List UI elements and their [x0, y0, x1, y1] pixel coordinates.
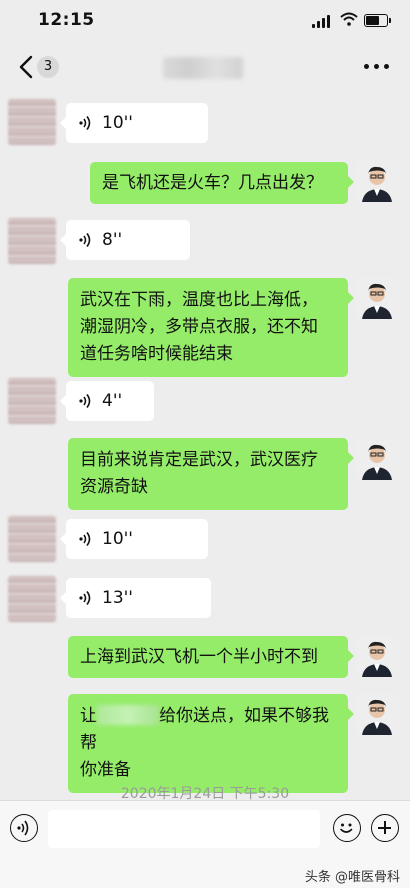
message-line: 道任务啥时候能结束: [80, 344, 233, 364]
voice-message[interactable]: 13'': [60, 578, 211, 618]
user-avatar-icon: [356, 160, 398, 202]
chat-title-redacted: [163, 57, 243, 79]
message-text-prefix: 让: [80, 706, 97, 726]
text-message[interactable]: 是飞机还是火车？几点出发？: [90, 162, 354, 204]
message-input[interactable]: [48, 810, 320, 848]
contact-avatar[interactable]: [8, 576, 56, 622]
input-bar: [0, 800, 410, 857]
message-text: 是飞机还是火车？几点出发？: [102, 173, 323, 193]
voice-input-button[interactable]: [10, 814, 38, 842]
my-avatar[interactable]: [356, 277, 398, 319]
my-avatar[interactable]: [356, 693, 398, 735]
back-button[interactable]: [16, 54, 38, 80]
user-avatar-icon: [356, 277, 398, 319]
status-time: 12:15: [38, 10, 95, 30]
voice-icon: [17, 820, 29, 836]
text-message[interactable]: 武汉在下雨，温度也比上海低， 潮湿阴冷，多带点衣服，还不知 道任务啥时候能结束: [68, 278, 354, 377]
voice-message[interactable]: 10'': [60, 519, 208, 559]
contact-avatar[interactable]: [8, 99, 56, 145]
unread-count-badge: 3: [37, 56, 59, 78]
voice-duration: 8'': [102, 230, 123, 250]
contact-avatar[interactable]: [8, 378, 56, 424]
emoji-icon: [340, 823, 353, 833]
chevron-left-icon: [19, 55, 33, 79]
message-text: 上海到武汉飞机一个半小时不到: [80, 647, 318, 667]
battery-icon: [364, 14, 391, 27]
chat-header: 3: [0, 44, 410, 90]
watermark: 头条 @唯医骨科: [304, 870, 400, 885]
text-message[interactable]: 目前来说肯定是武汉，武汉医疗 资源奇缺: [68, 438, 354, 510]
message-line: 目前来说肯定是武汉，武汉医疗: [80, 450, 318, 470]
user-avatar-icon: [356, 693, 398, 735]
user-avatar-icon: [356, 438, 398, 480]
text-message[interactable]: 上海到武汉飞机一个半小时不到: [68, 636, 354, 678]
my-avatar[interactable]: [356, 635, 398, 677]
user-avatar-icon: [356, 635, 398, 677]
emoji-button[interactable]: [333, 814, 361, 842]
voice-message[interactable]: 4'': [60, 381, 154, 421]
voice-duration: 13'': [102, 588, 133, 608]
contact-avatar[interactable]: [8, 516, 56, 562]
more-actions-plus-icon[interactable]: [371, 814, 399, 842]
wifi-icon: [340, 12, 358, 26]
voice-message[interactable]: 8'': [60, 220, 190, 260]
more-options-button[interactable]: [364, 64, 390, 70]
contact-avatar[interactable]: [8, 218, 56, 264]
voice-message[interactable]: 10'': [60, 103, 208, 143]
message-line: 潮湿阴冷，多带点衣服，还不知: [80, 317, 318, 337]
text-message[interactable]: 让给你送点，如果不够我帮 你准备: [68, 694, 354, 793]
message-line: 武汉在下雨，温度也比上海低，: [80, 290, 318, 310]
voice-wave-icon: [79, 532, 91, 546]
voice-wave-icon: [79, 394, 91, 408]
voice-wave-icon: [79, 116, 91, 130]
my-avatar[interactable]: [356, 160, 398, 202]
message-line: 你准备: [80, 760, 131, 780]
message-line: 让给你送点，如果不够我帮: [80, 703, 336, 757]
voice-duration: 10'': [102, 113, 133, 133]
voice-duration: 4'': [102, 391, 123, 411]
message-line: 资源奇缺: [80, 477, 148, 497]
voice-wave-icon: [79, 233, 91, 247]
cellular-signal-icon: [312, 14, 334, 28]
voice-wave-icon: [79, 591, 91, 605]
my-avatar[interactable]: [356, 438, 398, 480]
redacted-name: [97, 705, 159, 725]
status-bar: 12:15: [0, 0, 410, 44]
voice-duration: 10'': [102, 529, 133, 549]
